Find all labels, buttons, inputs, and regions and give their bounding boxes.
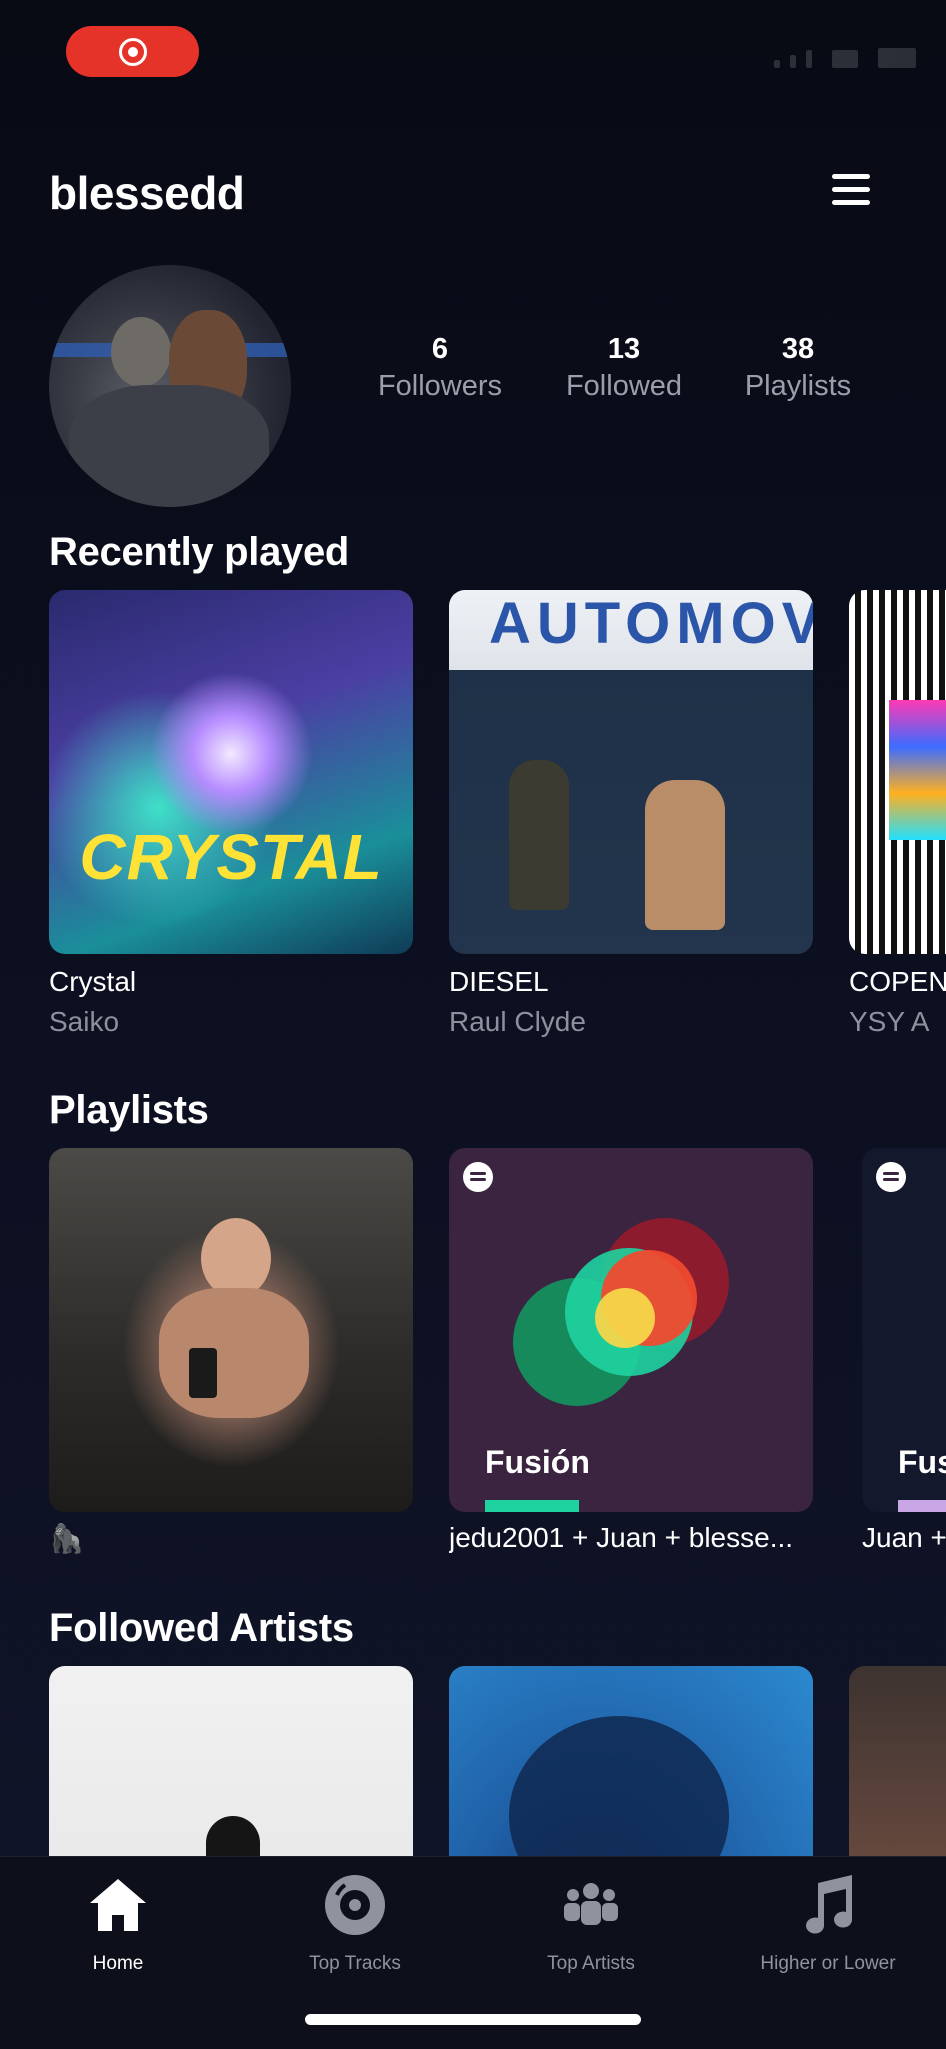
artist-card[interactable] bbox=[49, 1666, 413, 1856]
tab-label: Top Artists bbox=[547, 1953, 635, 1974]
artist-card[interactable] bbox=[849, 1666, 946, 1856]
group-icon bbox=[559, 1873, 623, 1937]
track-title: Crystal bbox=[49, 966, 137, 997]
playlist-card[interactable]: 🦍 bbox=[49, 1148, 413, 1555]
disc-icon bbox=[323, 1873, 387, 1937]
stat-playlists[interactable]: 38 Playlists bbox=[732, 333, 864, 403]
record-icon bbox=[118, 37, 147, 66]
artist-photo bbox=[49, 1666, 413, 1856]
profile-avatar[interactable] bbox=[49, 265, 291, 507]
spotify-icon bbox=[876, 1162, 906, 1192]
section-title-recently-played: Recently played bbox=[49, 530, 350, 574]
playlist-cover-name: Fus bbox=[898, 1444, 946, 1480]
stat-value: 38 bbox=[781, 333, 815, 365]
screen-recording-indicator[interactable] bbox=[66, 26, 199, 77]
stat-label: Playlists bbox=[744, 370, 852, 402]
tab-label: Top Tracks bbox=[309, 1953, 401, 1974]
album-cover: CRYSTAL bbox=[49, 590, 413, 954]
stat-value: 13 bbox=[607, 333, 641, 365]
stat-label: Followed bbox=[565, 370, 683, 402]
stat-value: 6 bbox=[431, 333, 449, 365]
album-cover-text: AUTOMOV bbox=[489, 591, 813, 656]
recent-track-card[interactable]: AUTOMOV DIESEL Raul Clyde bbox=[449, 590, 813, 1038]
tab-top-tracks[interactable]: Top Tracks bbox=[237, 1873, 473, 1975]
stat-followers[interactable]: 6 Followers bbox=[372, 333, 508, 403]
music-note-icon bbox=[796, 1873, 860, 1937]
tab-label: Higher or Lower bbox=[760, 1953, 896, 1974]
recent-track-card[interactable]: CRYSTAL Crystal Saiko bbox=[49, 590, 413, 1038]
track-title: DIESEL bbox=[449, 966, 549, 997]
album-cover-text: CRYSTAL bbox=[79, 821, 383, 893]
playlist-cover-name: Fusión bbox=[485, 1444, 590, 1480]
home-icon bbox=[86, 1873, 150, 1937]
track-artist: Raul Clyde bbox=[449, 1006, 586, 1037]
playlist-cover bbox=[49, 1148, 413, 1512]
tab-top-artists[interactable]: Top Artists bbox=[473, 1873, 709, 1975]
playlist-card[interactable]: Fus Juan + bbox=[862, 1148, 946, 1554]
playlist-cover: Fusión bbox=[449, 1148, 813, 1512]
section-title-playlists: Playlists bbox=[49, 1088, 209, 1132]
home-indicator bbox=[305, 2014, 641, 2025]
status-icons bbox=[774, 44, 916, 68]
tab-higher-or-lower[interactable]: Higher or Lower bbox=[710, 1873, 946, 1975]
profile-username: blessedd bbox=[49, 167, 245, 219]
artist-card[interactable] bbox=[449, 1666, 813, 1856]
album-cover bbox=[849, 590, 946, 954]
playlist-caption: Juan + bbox=[862, 1522, 946, 1553]
stat-followed[interactable]: 13 Followed bbox=[556, 333, 692, 403]
track-artist: Saiko bbox=[49, 1006, 120, 1037]
menu-button[interactable] bbox=[828, 170, 874, 210]
tab-label: Home bbox=[92, 1953, 144, 1974]
section-title-followed-artists: Followed Artists bbox=[49, 1606, 354, 1650]
track-artist: YSY A bbox=[849, 1006, 930, 1037]
playlist-accent-bar bbox=[485, 1500, 579, 1512]
playlist-caption: 🦍 bbox=[49, 1523, 84, 1554]
playlist-caption: jedu2001 + Juan + blesse... bbox=[449, 1522, 794, 1553]
stat-label: Followers bbox=[377, 370, 503, 402]
tab-home[interactable]: Home bbox=[0, 1873, 236, 1975]
artist-photo bbox=[449, 1666, 813, 1856]
recent-track-card[interactable]: COPEN YSY A bbox=[849, 590, 946, 1038]
track-title: COPEN bbox=[849, 966, 946, 997]
artist-photo bbox=[849, 1666, 946, 1856]
playlist-card[interactable]: Fusión jedu2001 + Juan + blesse... bbox=[449, 1148, 829, 1554]
playlist-cover: Fus bbox=[862, 1148, 946, 1512]
playlist-accent-bar bbox=[898, 1500, 946, 1512]
album-cover: AUTOMOV bbox=[449, 590, 813, 954]
